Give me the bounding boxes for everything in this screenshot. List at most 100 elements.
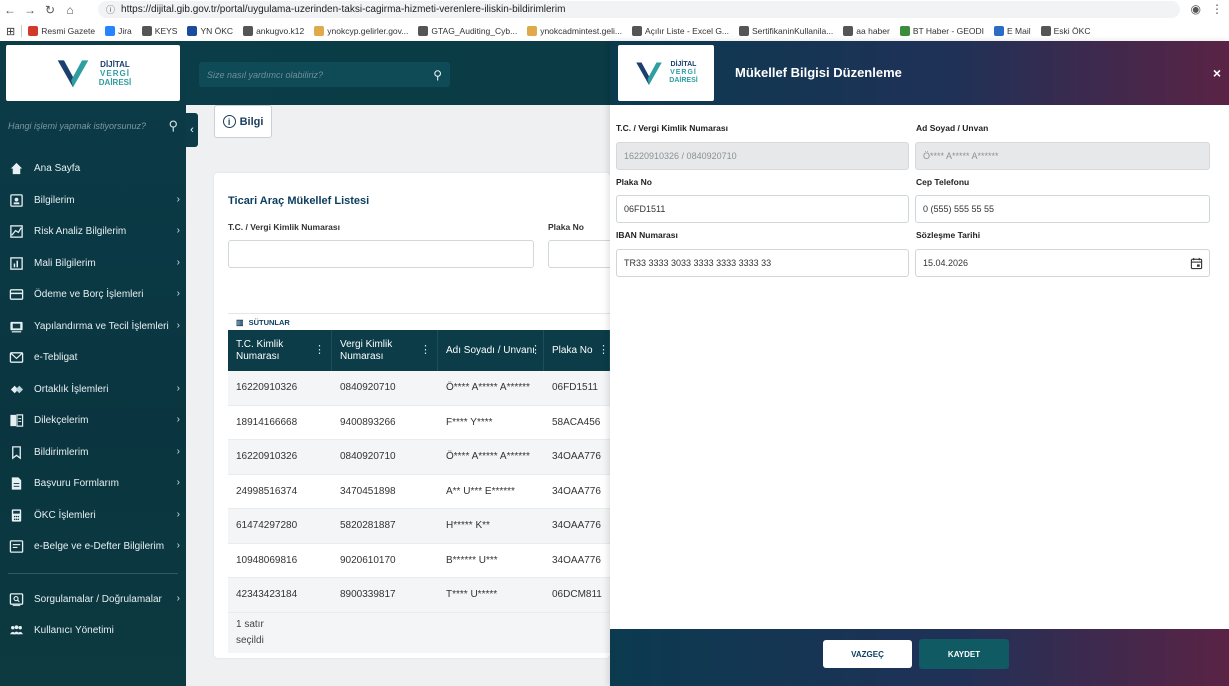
home-browser-icon[interactable]: ⌂ — [60, 0, 80, 20]
bookmark-favicon-icon — [187, 26, 198, 36]
column-menu-icon[interactable]: ⋮ — [530, 344, 541, 356]
sidebar-item[interactable]: Mali Bilgilerim › — [0, 248, 186, 280]
search-icon[interactable]: ⚲ — [433, 68, 442, 82]
col-header-name[interactable]: Adı Soyadı / Unvanı ⋮ — [438, 330, 544, 371]
bookmark-item[interactable]: BT Haber - GEODI — [899, 26, 984, 36]
phone-field[interactable]: 0 (555) 555 55 55 — [915, 195, 1210, 223]
sidebar-search-input[interactable]: Hangi işlemi yapmak istiyorsunuz? — [8, 121, 168, 131]
plate-field[interactable]: 06FD1511 — [616, 195, 909, 223]
bookmark-item[interactable]: ynokcadmintest.geli... — [527, 26, 622, 36]
columns-toggle[interactable]: ▥ SÜTUNLAR — [228, 313, 610, 330]
edit-taxpayer-drawer: DİJİTAL VERGİ DAİRESİ Mükellef Bilgisi D… — [610, 41, 1229, 686]
chevron-right-icon: › — [176, 382, 180, 394]
cancel-button[interactable]: VAZGEÇ — [823, 640, 912, 668]
sidebar-item[interactable]: Dilekçelerim › — [0, 405, 186, 437]
iban-label: IBAN Numarası — [616, 230, 678, 240]
sidebar-search[interactable]: Hangi işlemi yapmak istiyorsunuz? ⚲ — [0, 106, 186, 146]
col-header-label: Vergi Kimlik Numarası — [340, 338, 393, 362]
table-cell: 24998516374 — [236, 485, 298, 497]
site-info-icon[interactable]: ⓘ — [106, 3, 115, 16]
sidebar-item[interactable]: Ana Sayfa — [0, 153, 186, 185]
table-cell: 58ACA456 — [552, 416, 601, 428]
filter-plate-input[interactable] — [548, 240, 610, 268]
kebab-menu-icon[interactable]: ⋮ — [1211, 2, 1223, 16]
col-header-tc[interactable]: T.C. Kimlik Numarası ⋮ — [228, 330, 332, 371]
column-menu-icon[interactable]: ⋮ — [314, 344, 325, 356]
table-cell: T**** U***** — [446, 589, 498, 601]
bookmark-item[interactable]: Eski ÖKC — [1040, 26, 1090, 36]
chevron-right-icon: › — [176, 592, 180, 604]
bookmark-favicon-icon — [105, 26, 116, 36]
calendar-icon[interactable] — [1190, 257, 1203, 270]
sidebar-item[interactable]: Ortaklık İşlemleri › — [0, 374, 186, 406]
table-row[interactable]: 16220910326 0840920710 Ö**** A***** A*****… — [228, 371, 610, 406]
sidebar-item[interactable]: Ödeme ve Borç İşlemleri › — [0, 279, 186, 311]
column-menu-icon[interactable]: ⋮ — [598, 344, 609, 356]
chevron-right-icon: › — [176, 414, 180, 425]
bookmark-item[interactable]: Jira — [105, 26, 132, 36]
sidebar-collapse-button[interactable]: ‹ — [186, 113, 198, 147]
bookmark-item[interactable]: ynokcyp.gelirler.gov... — [314, 26, 408, 36]
bookmark-icon — [8, 444, 24, 460]
table-row[interactable]: 16220910326 0840920710 Ö**** A***** A*****… — [228, 440, 610, 475]
global-search[interactable]: Size nasıl yardımcı olabiliriz? ⚲ — [199, 62, 450, 87]
col-header-plate[interactable]: Plaka No ⋮ — [544, 330, 610, 371]
forward-icon[interactable]: → — [20, 0, 40, 20]
reload-icon[interactable]: ↻ — [40, 0, 60, 20]
sidebar-item[interactable]: Sorgulamalar / Doğrulamalar › — [0, 584, 186, 616]
form-icon — [8, 476, 24, 492]
profile-icon[interactable]: ◉ — [1191, 2, 1201, 16]
sidebar-item[interactable]: Risk Analiz Bilgilerim › — [0, 216, 186, 248]
restructure-icon — [8, 318, 24, 334]
logo-line-2: VERGİ — [100, 68, 130, 78]
save-button[interactable]: KAYDET — [919, 639, 1009, 669]
bookmark-label: KEYS — [154, 26, 178, 36]
table-cell: 3470451898 — [340, 485, 396, 497]
close-icon[interactable]: × — [1213, 65, 1221, 81]
back-icon[interactable]: ← — [0, 0, 20, 20]
filter-tc-input[interactable] — [228, 240, 534, 268]
e-document-icon — [8, 539, 24, 555]
sidebar-item[interactable]: Başvuru Formlarım › — [0, 468, 186, 500]
sidebar-item[interactable]: e-Belge ve e-Defter Bilgilerim › — [0, 531, 186, 563]
table-row[interactable]: 24998516374 3470451898 A** U*** E****** 34O… — [228, 474, 610, 509]
sidebar-item[interactable]: e-Tebligat — [0, 342, 186, 374]
address-bar[interactable]: ⓘ https://dijital.gib.gov.tr/portal/uygu… — [98, 1, 1180, 18]
sidebar-item[interactable]: Bildirimlerim › — [0, 437, 186, 469]
table-cell: 42343423184 — [236, 589, 298, 601]
bookmark-item[interactable]: YN ÖKC — [187, 26, 233, 36]
iban-field[interactable]: TR33 3333 3033 3333 3333 3333 33 — [616, 249, 909, 277]
bookmark-item[interactable]: Açılır Liste - Excel G... — [631, 26, 729, 36]
bookmark-item[interactable]: aa haber — [843, 26, 890, 36]
search-icon[interactable]: ⚲ — [168, 118, 178, 134]
risk-analysis-icon — [8, 224, 24, 240]
table-row[interactable]: 61474297280 5820281887 H***** K** 34OAA776 — [228, 509, 610, 544]
bookmark-favicon-icon — [739, 26, 750, 36]
bookmark-item[interactable]: SertifikaninKullanila... — [739, 26, 833, 36]
date-field[interactable]: 15.04.2026 — [915, 249, 1210, 277]
col-header-label: Adı Soyadı / Unvanı — [446, 344, 535, 356]
sidebar-item[interactable]: Yapılandırma ve Tecil İşlemleri › — [0, 311, 186, 343]
sidebar-item-label: Bilgilerim — [34, 194, 75, 206]
table-row[interactable]: 10948069816 9020610170 B****** U*** 34OAA77… — [228, 543, 610, 578]
bookmark-item[interactable]: KEYS — [141, 26, 178, 36]
selection-count-suffix: seçildi — [236, 635, 264, 646]
bookmark-item[interactable]: ankugvo.k12 — [243, 26, 304, 36]
apps-grid-icon[interactable]: ⊞ — [6, 25, 15, 38]
table-header: T.C. Kimlik Numarası ⋮ Vergi Kimlik Numar… — [228, 330, 610, 371]
bookmark-item[interactable]: Resmi Gazete — [28, 26, 95, 36]
table-cell: 34OAA776 — [552, 485, 601, 497]
global-search-input[interactable]: Size nasıl yardımcı olabiliriz? — [207, 70, 433, 80]
bookmark-item[interactable]: E Mail — [994, 26, 1031, 36]
brand-logo[interactable]: DİJİTAL VERGİ DAİRESİ — [6, 45, 180, 101]
bar-chart-icon — [8, 255, 24, 271]
sidebar-item[interactable]: ÖKC İşlemleri › — [0, 500, 186, 532]
table-row[interactable]: 18914166668 9400893266 F**** Y**** 58ACA456 — [228, 405, 610, 440]
bookmark-item[interactable]: GTAG_Auditing_Cyb... — [418, 26, 517, 36]
info-button[interactable]: i Bilgi — [214, 105, 272, 138]
column-menu-icon[interactable]: ⋮ — [420, 344, 431, 356]
sidebar-item[interactable]: Bilgilerim › — [0, 185, 186, 217]
sidebar-item[interactable]: Kullanıcı Yönetimi — [0, 615, 186, 647]
table-row[interactable]: 42343423184 8900339817 T**** U***** 06DCM81… — [228, 578, 610, 613]
col-header-vkn[interactable]: Vergi Kimlik Numarası ⋮ — [332, 330, 438, 371]
